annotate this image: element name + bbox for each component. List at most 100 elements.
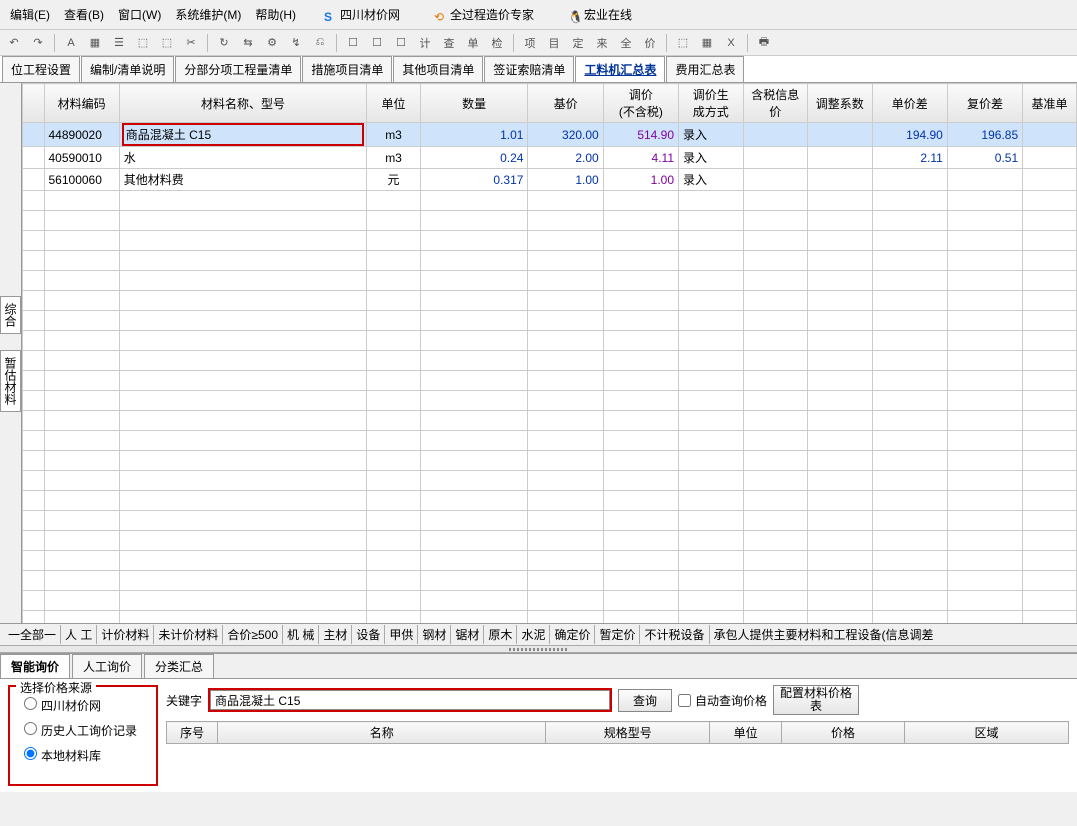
toolbar-btn[interactable]: ⎌	[310, 33, 330, 53]
filter-tab[interactable]: 设备	[351, 625, 384, 644]
filter-tab[interactable]: 锯材	[450, 625, 483, 644]
query-button[interactable]: 查询	[618, 689, 672, 712]
filter-tab[interactable]: 主材	[318, 625, 351, 644]
col-header[interactable]: 数量	[420, 84, 528, 123]
toolbar-btn[interactable]: ↷	[28, 33, 48, 53]
tab-7[interactable]: 费用汇总表	[666, 56, 744, 82]
table-row[interactable]	[23, 431, 1077, 451]
toolbar-btn[interactable]: ⬚	[157, 33, 177, 53]
col-header[interactable]: 基价	[528, 84, 603, 123]
tab-5[interactable]: 签证索赔清单	[484, 56, 574, 82]
result-col-header[interactable]: 区域	[905, 722, 1069, 744]
tab-6[interactable]: 工料机汇总表	[575, 56, 665, 82]
table-row[interactable]: 56100060其他材料费元0.3171.001.00录入	[23, 169, 1077, 191]
auto-query-checkbox[interactable]: 自动查询价格	[678, 692, 767, 709]
menu-help[interactable]: 帮助(H)	[249, 4, 302, 25]
col-header[interactable]: 单价差	[872, 84, 947, 123]
splitter[interactable]	[0, 645, 1077, 653]
table-row[interactable]	[23, 291, 1077, 311]
filter-tab[interactable]: 暂定价	[594, 625, 639, 644]
table-row[interactable]	[23, 471, 1077, 491]
toolbar-btn[interactable]: ✂	[181, 33, 201, 53]
filter-tab[interactable]: 承包人提供主要材料和工程设备(信息调差	[709, 625, 938, 644]
toolbar-btn[interactable]: 定	[568, 33, 588, 53]
result-col-header[interactable]: 价格	[782, 722, 905, 744]
toolbar-btn[interactable]: ⬚	[133, 33, 153, 53]
toolbar-btn[interactable]: 来	[592, 33, 612, 53]
table-row[interactable]: 44890020商品混凝土 C15m31.01320.00514.90录入194…	[23, 123, 1077, 147]
source-option[interactable]: 四川材价网	[16, 693, 150, 718]
table-row[interactable]	[23, 491, 1077, 511]
toolbar-btn[interactable]: ↶	[4, 33, 24, 53]
vtab-0[interactable]: 综合	[0, 296, 21, 334]
filter-tab[interactable]: 不计税设备	[639, 625, 708, 644]
table-row[interactable]	[23, 371, 1077, 391]
toolbar-btn[interactable]: ↻	[214, 33, 234, 53]
source-option[interactable]: 本地材料库	[16, 743, 150, 768]
filter-tab[interactable]: 水泥	[516, 625, 549, 644]
menu-edit[interactable]: 编辑(E)	[4, 4, 56, 25]
table-row[interactable]	[23, 391, 1077, 411]
keyword-input[interactable]	[210, 690, 610, 710]
table-row[interactable]	[23, 211, 1077, 231]
col-header[interactable]: 材料名称、型号	[119, 84, 366, 123]
filter-tab[interactable]: 钢材	[417, 625, 450, 644]
toolbar-btn[interactable]: ⬚	[673, 33, 693, 53]
col-header[interactable]: 基准单	[1023, 84, 1077, 123]
result-col-header[interactable]: 序号	[167, 722, 218, 744]
toolbar-btn[interactable]: ⇆	[238, 33, 258, 53]
tab-4[interactable]: 其他项目清单	[393, 56, 483, 82]
results-grid[interactable]: 序号名称规格型号单位价格区域	[166, 721, 1069, 744]
toolbar-btn[interactable]: 单	[463, 33, 483, 53]
col-header[interactable]: 单位	[367, 84, 421, 123]
menu-system[interactable]: 系统维护(M)	[169, 4, 247, 25]
toolbar-btn[interactable]: ↯	[286, 33, 306, 53]
table-row[interactable]	[23, 191, 1077, 211]
toolbar-btn[interactable]: X	[721, 33, 741, 53]
filter-tab[interactable]: 确定价	[549, 625, 594, 644]
toolbar-btn[interactable]: 计	[415, 33, 435, 53]
filter-tab[interactable]: 原木	[483, 625, 516, 644]
table-row[interactable]: 40590010水m30.242.004.11录入2.110.51	[23, 147, 1077, 169]
table-row[interactable]	[23, 331, 1077, 351]
tab-3[interactable]: 措施项目清单	[302, 56, 392, 82]
panel-tab[interactable]: 人工询价	[72, 654, 142, 678]
vtab-1[interactable]: 暂估材料	[0, 350, 21, 412]
col-header[interactable]: 调价生 成方式	[679, 84, 744, 123]
col-header[interactable]: 调价 (不含税)	[603, 84, 678, 123]
table-row[interactable]	[23, 311, 1077, 331]
filter-tab[interactable]: 甲供	[384, 625, 417, 644]
toolbar-btn[interactable]: ▦	[85, 33, 105, 53]
toolbar-btn[interactable]: ☐	[391, 33, 411, 53]
toolbar-btn[interactable]: 🖶	[754, 33, 774, 53]
table-row[interactable]	[23, 571, 1077, 591]
table-row[interactable]	[23, 591, 1077, 611]
menu-ext-2[interactable]: 🐧宏业在线	[556, 2, 644, 27]
menu-window[interactable]: 窗口(W)	[112, 4, 167, 25]
table-row[interactable]	[23, 231, 1077, 251]
table-row[interactable]	[23, 271, 1077, 291]
col-header[interactable]: 复价差	[947, 84, 1022, 123]
result-col-header[interactable]: 名称	[218, 722, 546, 744]
table-row[interactable]	[23, 551, 1077, 571]
toolbar-btn[interactable]: 目	[544, 33, 564, 53]
table-row[interactable]	[23, 451, 1077, 471]
tab-0[interactable]: 位工程设置	[2, 56, 80, 82]
source-option[interactable]: 历史人工询价记录	[16, 718, 150, 743]
menu-view[interactable]: 查看(B)	[58, 4, 110, 25]
filter-tab[interactable]: 人 工	[60, 625, 96, 644]
menu-ext-0[interactable]: S四川材价网	[312, 2, 412, 27]
toolbar-btn[interactable]: ☐	[367, 33, 387, 53]
filter-tab[interactable]: 计价材料	[96, 625, 153, 644]
table-row[interactable]	[23, 251, 1077, 271]
filter-tab[interactable]: 机 械	[282, 625, 318, 644]
table-row[interactable]	[23, 411, 1077, 431]
menu-ext-1[interactable]: ⟲全过程造价专家	[422, 2, 546, 27]
tab-1[interactable]: 编制/清单说明	[81, 56, 174, 82]
col-header[interactable]: 含税信息 价	[743, 84, 808, 123]
toolbar-btn[interactable]: 全	[616, 33, 636, 53]
filter-tab[interactable]: 合价≥500	[222, 625, 282, 644]
toolbar-btn[interactable]: A	[61, 33, 81, 53]
toolbar-btn[interactable]: 检	[487, 33, 507, 53]
result-col-header[interactable]: 规格型号	[546, 722, 710, 744]
